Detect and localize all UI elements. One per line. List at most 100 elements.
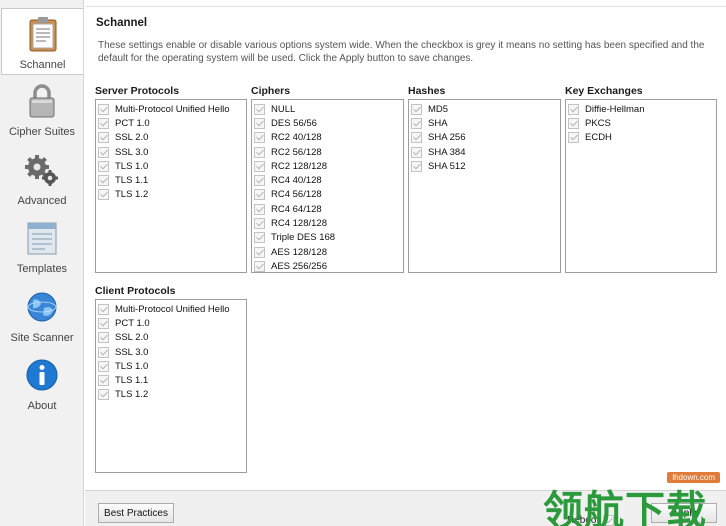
- sidebar-item-label: Schannel: [19, 59, 66, 71]
- checkbox[interactable]: [254, 103, 265, 115]
- checkbox[interactable]: [411, 132, 422, 144]
- checkbox[interactable]: [254, 175, 265, 187]
- checkbox[interactable]: [411, 160, 422, 172]
- list-item[interactable]: TLS 1.0: [96, 159, 246, 173]
- list-item[interactable]: RC4 40/128: [252, 173, 403, 187]
- list-item[interactable]: MD5: [409, 102, 560, 116]
- checkbox[interactable]: [254, 146, 265, 158]
- sidebar-item-schannel[interactable]: Schannel: [1, 8, 83, 75]
- list-item[interactable]: AES 256/256: [252, 259, 403, 273]
- footer-bar: Best Practices Reboot Apply: [85, 490, 726, 526]
- reboot-checkbox[interactable]: [603, 515, 615, 526]
- client-protocols-heading: Client Protocols: [95, 285, 176, 297]
- sidebar-item-templates[interactable]: Templates: [1, 213, 83, 280]
- checkbox[interactable]: [254, 203, 265, 215]
- info-icon: [24, 356, 60, 394]
- clipboard-icon: [25, 15, 61, 53]
- sidebar-item-advanced[interactable]: Advanced: [1, 145, 83, 212]
- list-item[interactable]: RC2 56/128: [252, 145, 403, 159]
- sidebar-item-label: Advanced: [17, 195, 67, 207]
- checkbox[interactable]: [254, 260, 265, 272]
- checkbox[interactable]: [568, 117, 579, 129]
- list-item[interactable]: Triple DES 168: [252, 231, 403, 245]
- checkbox[interactable]: [254, 189, 265, 201]
- divider: [85, 6, 726, 7]
- checkbox[interactable]: [411, 103, 422, 115]
- checkbox[interactable]: [98, 346, 109, 358]
- list-item[interactable]: RC2 128/128: [252, 159, 403, 173]
- list-item[interactable]: SHA 256: [409, 131, 560, 145]
- checkbox[interactable]: [98, 132, 109, 144]
- ciphers-list: NULL DES 56/56 RC2 40/128 RC2 56/128 RC2…: [251, 99, 404, 273]
- checkbox[interactable]: [254, 232, 265, 244]
- sidebar-item-label: Site Scanner: [10, 332, 74, 344]
- checkbox[interactable]: [98, 360, 109, 372]
- checkbox[interactable]: [254, 246, 265, 258]
- main-panel: Schannel These settings enable or disabl…: [85, 0, 726, 526]
- checkbox[interactable]: [411, 146, 422, 158]
- checkbox[interactable]: [254, 132, 265, 144]
- checkbox[interactable]: [98, 117, 109, 129]
- list-item[interactable]: TLS 1.0: [96, 359, 246, 373]
- list-item[interactable]: DES 56/56: [252, 116, 403, 130]
- sidebar: Schannel Cipher Suites Advanced Template…: [0, 0, 84, 526]
- list-item[interactable]: PKCS: [566, 116, 716, 130]
- checkbox[interactable]: [411, 117, 422, 129]
- list-item[interactable]: PCT 1.0: [96, 316, 246, 330]
- ciphers-heading: Ciphers: [251, 85, 291, 97]
- list-item[interactable]: TLS 1.2: [96, 188, 246, 202]
- list-item[interactable]: TLS 1.1: [96, 173, 246, 187]
- list-item[interactable]: SSL 2.0: [96, 131, 246, 145]
- list-item[interactable]: TLS 1.2: [96, 388, 246, 402]
- checkbox[interactable]: [98, 375, 109, 387]
- page-description: These settings enable or disable various…: [98, 40, 705, 64]
- checkbox[interactable]: [98, 103, 109, 115]
- best-practices-button[interactable]: Best Practices: [98, 503, 174, 523]
- list-item[interactable]: RC4 64/128: [252, 202, 403, 216]
- list-item[interactable]: ECDH: [566, 131, 716, 145]
- page-title: Schannel: [96, 17, 148, 29]
- list-item[interactable]: NULL: [252, 102, 403, 116]
- list-item[interactable]: SSL 3.0: [96, 345, 246, 359]
- checkbox[interactable]: [98, 389, 109, 401]
- hashes-list: MD5 SHA SHA 256 SHA 384 SHA 512: [408, 99, 561, 273]
- checkbox[interactable]: [98, 317, 109, 329]
- list-item[interactable]: Diffie-Hellman: [566, 102, 716, 116]
- list-item[interactable]: RC4 56/128: [252, 188, 403, 202]
- checkbox[interactable]: [98, 332, 109, 344]
- list-item[interactable]: RC4 128/128: [252, 216, 403, 230]
- sidebar-item-label: Templates: [16, 263, 68, 275]
- checkbox[interactable]: [568, 103, 579, 115]
- lock-icon: [24, 82, 60, 120]
- list-item[interactable]: TLS 1.1: [96, 373, 246, 387]
- checkbox[interactable]: [254, 160, 265, 172]
- list-item[interactable]: SHA: [409, 116, 560, 130]
- checkbox[interactable]: [98, 160, 109, 172]
- list-item[interactable]: Multi-Protocol Unified Hello: [96, 302, 246, 316]
- gears-icon: [24, 151, 60, 189]
- list-item[interactable]: SSL 2.0: [96, 331, 246, 345]
- sidebar-item-cipher-suites[interactable]: Cipher Suites: [1, 76, 83, 143]
- checkbox[interactable]: [98, 146, 109, 158]
- sidebar-item-site-scanner[interactable]: Site Scanner: [1, 282, 83, 349]
- checkbox[interactable]: [98, 189, 109, 201]
- list-item[interactable]: AES 128/128: [252, 245, 403, 259]
- checkbox[interactable]: [98, 303, 109, 315]
- list-item[interactable]: SSL 3.0: [96, 145, 246, 159]
- list-item[interactable]: Multi-Protocol Unified Hello: [96, 102, 246, 116]
- list-item[interactable]: PCT 1.0: [96, 116, 246, 130]
- list-item[interactable]: SHA 384: [409, 145, 560, 159]
- checkbox[interactable]: [254, 117, 265, 129]
- checkbox[interactable]: [254, 218, 265, 230]
- sidebar-item-label: About: [27, 400, 57, 412]
- sidebar-item-label: Cipher Suites: [8, 126, 76, 138]
- list-item[interactable]: SHA 512: [409, 159, 560, 173]
- apply-button[interactable]: Apply: [651, 503, 717, 523]
- list-item[interactable]: RC2 40/128: [252, 131, 403, 145]
- client-protocols-list: Multi-Protocol Unified Hello PCT 1.0 SSL…: [95, 299, 247, 473]
- checkbox[interactable]: [568, 132, 579, 144]
- reboot-option[interactable]: Reboot: [567, 515, 620, 526]
- checkbox[interactable]: [98, 175, 109, 187]
- sidebar-item-about[interactable]: About: [1, 350, 83, 417]
- server-protocols-heading: Server Protocols: [95, 85, 180, 97]
